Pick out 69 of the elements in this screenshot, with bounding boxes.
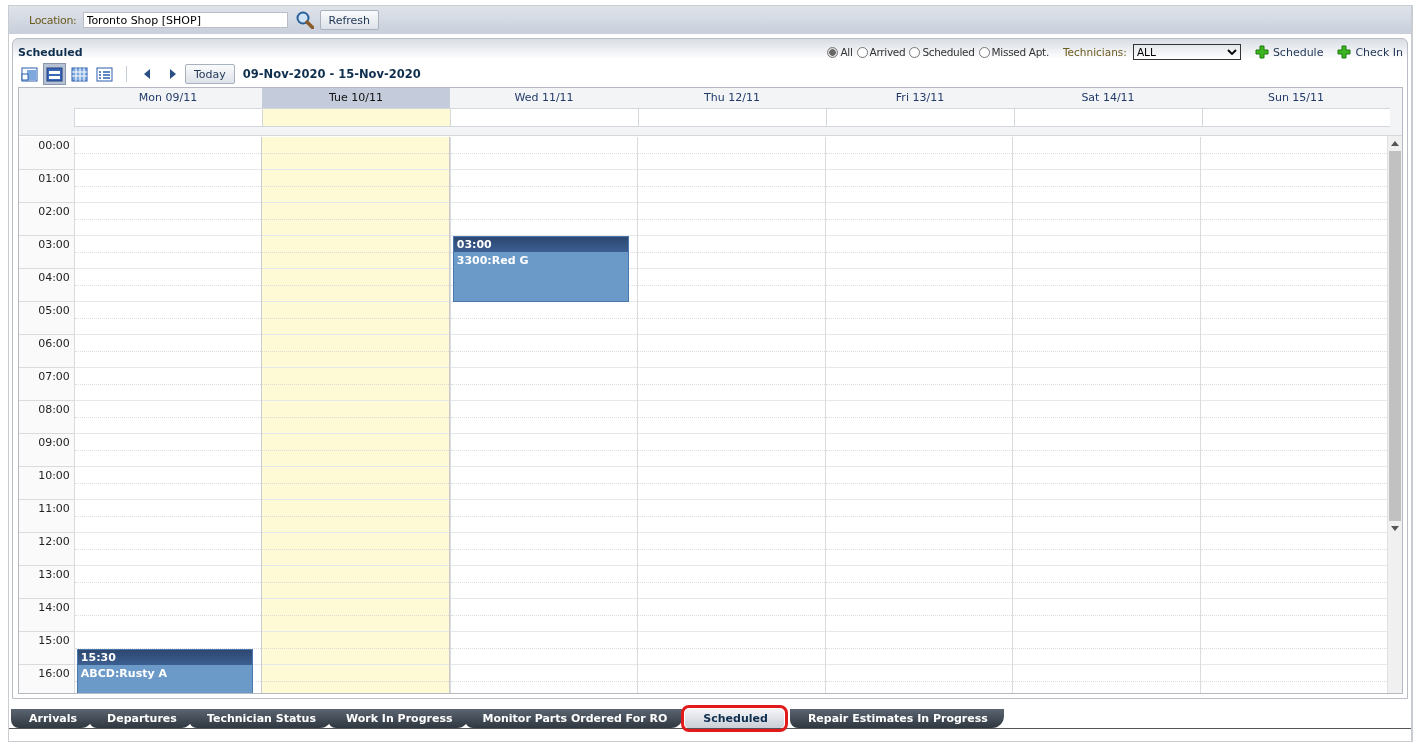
radio-label: Missed Apt. (991, 46, 1049, 58)
all-day-cell[interactable] (638, 108, 826, 127)
hour-label: 13:00 (38, 568, 70, 581)
refresh-button[interactable]: Refresh (319, 10, 380, 30)
hour-label: 07:00 (38, 370, 70, 383)
radio-label: All (840, 46, 853, 58)
today-button[interactable]: Today (185, 64, 235, 84)
tab[interactable]: Repair Estimates In Progress (789, 709, 1004, 728)
technicians-label: Technicians: (1063, 46, 1127, 58)
radio-label: Scheduled (922, 46, 975, 58)
calendar-view-button[interactable] (43, 63, 66, 85)
add-link[interactable]: Check In (1337, 45, 1403, 59)
event-title: ABCD:Rusty A (79, 665, 168, 682)
location-field[interactable]: Toronto Shop [SHOP] (82, 12, 288, 28)
calendar-icon (96, 65, 113, 83)
all-day-cell[interactable] (826, 108, 1014, 127)
all-day-cell[interactable] (1014, 108, 1202, 127)
calendar-icon (46, 65, 63, 83)
event-time: 15:30 (77, 649, 253, 665)
day-header[interactable]: Thu 12/11 (638, 88, 826, 108)
event-title: 3300:Red G (455, 253, 530, 269)
search-icon[interactable] (295, 11, 314, 29)
hour-label: 00:00 (38, 139, 70, 152)
all-day-cell[interactable] (74, 108, 262, 127)
tab[interactable]: Monitor Parts Ordered For RO (464, 709, 684, 728)
hour-label: 10:00 (38, 469, 70, 482)
day-header[interactable]: Fri 13/11 (826, 88, 1014, 108)
calendar-icon (71, 65, 88, 83)
calendar-icon (21, 65, 38, 83)
hour-label: 11:00 (38, 502, 70, 515)
all-day-cell[interactable] (450, 108, 638, 127)
hour-label: 06:00 (38, 337, 70, 350)
chevron-icon[interactable] (1226, 49, 1237, 55)
scroll-down-icon[interactable] (1391, 526, 1399, 531)
hour-label: 05:00 (38, 304, 70, 317)
date-range: 09-Nov-2020 - 15-Nov-2020 (242, 67, 421, 81)
event-time: 03:00 (453, 237, 629, 252)
day-header[interactable]: Tue 10/11 (262, 88, 450, 108)
hour-label: 12:00 (38, 535, 70, 548)
all-day-cell[interactable] (262, 108, 450, 127)
appointment-event[interactable]: 03:00 3300:Red G (452, 236, 630, 302)
plus-icon[interactable] (1337, 45, 1352, 59)
hour-label: 01:00 (38, 172, 70, 185)
day-header[interactable]: Sat 14/11 (1014, 88, 1202, 108)
add-link[interactable]: Schedule (1254, 45, 1324, 59)
location-label: Location: (29, 13, 77, 27)
radio-button[interactable] (856, 46, 868, 58)
technicians-dropdown[interactable]: ALL (1132, 44, 1241, 60)
day-header[interactable]: Mon 09/11 (74, 88, 262, 108)
appointment-event[interactable]: 15:30 ABCD:Rusty A (76, 648, 254, 693)
day-header[interactable]: Wed 11/11 (450, 88, 638, 108)
hour-label: 04:00 (38, 271, 70, 284)
hour-label: 16:00 (38, 667, 70, 680)
scrollbar[interactable] (1387, 136, 1402, 693)
panel-title: Scheduled (18, 45, 83, 59)
hour-label: 08:00 (38, 403, 70, 416)
radio-button[interactable] (909, 46, 921, 58)
hour-label: 14:00 (38, 601, 70, 614)
plus-icon[interactable] (1254, 45, 1269, 59)
radio-button[interactable] (827, 46, 839, 58)
hour-label: 15:00 (38, 634, 70, 647)
scroll-up-icon[interactable] (1391, 141, 1399, 146)
radio-label: Arrived (869, 46, 906, 58)
hour-label: 02:00 (38, 205, 70, 218)
hour-label: 03:00 (38, 238, 70, 251)
day-header[interactable]: Sun 15/11 (1202, 88, 1390, 108)
hour-label: 09:00 (38, 436, 70, 449)
radio-button[interactable] (978, 46, 990, 58)
all-day-cell[interactable] (1202, 108, 1390, 127)
